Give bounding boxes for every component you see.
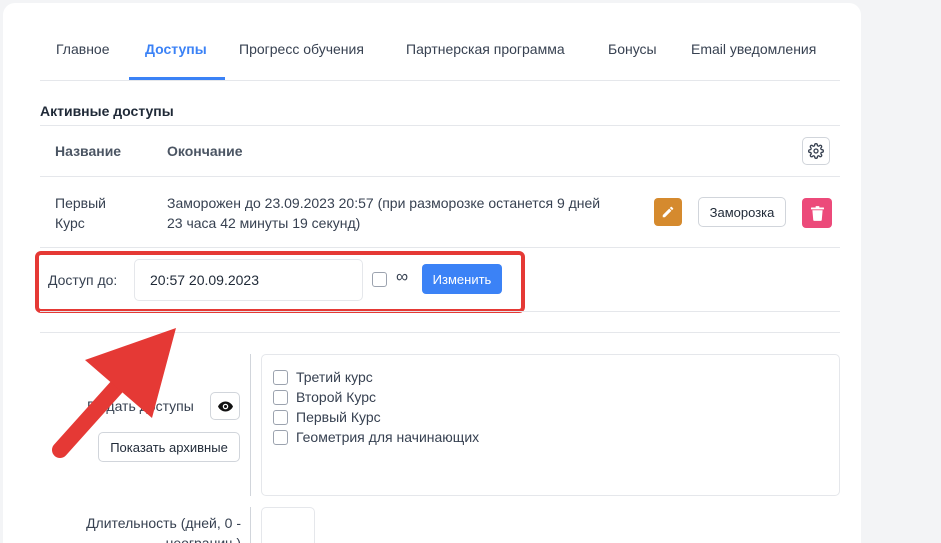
tab-progress[interactable]: Прогресс обучения [239, 41, 364, 57]
course-checkbox[interactable] [273, 369, 288, 385]
course-option[interactable]: Второй Курс [273, 387, 839, 407]
edit-button[interactable] [654, 198, 682, 226]
form-divider [250, 507, 251, 543]
main-card: Главное Доступы Прогресс обучения Партне… [3, 3, 861, 543]
section-title: Активные доступы [40, 103, 174, 119]
course-option[interactable]: Геометрия для начинающих [273, 427, 839, 447]
course-option-label: Геометрия для начинающих [296, 429, 480, 445]
course-checkbox[interactable] [273, 409, 288, 425]
tab-access[interactable]: Доступы [145, 41, 207, 57]
freeze-button[interactable]: Заморозка [698, 197, 786, 227]
course-name: Первый Курс [55, 195, 106, 231]
divider [40, 332, 840, 333]
tab-bonuses[interactable]: Бонусы [608, 41, 657, 57]
trash-icon [810, 205, 824, 221]
eye-icon [217, 401, 233, 411]
table-settings-button[interactable] [802, 137, 830, 165]
course-option-label: Первый Курс [296, 409, 381, 425]
divider [40, 176, 840, 177]
course-checkbox[interactable] [273, 429, 288, 445]
toggle-visibility-button[interactable] [210, 392, 240, 420]
duration-label: Длительность (дней, 0 - неогранич.) [86, 515, 241, 543]
tab-active-underline [129, 77, 225, 80]
show-archive-button[interactable]: Показать архивные [98, 432, 240, 462]
tab-email[interactable]: Email уведомления [691, 41, 816, 57]
tab-main[interactable]: Главное [56, 41, 110, 57]
course-end-status: Заморожен до 23.09.2023 20:57 (при размо… [167, 195, 601, 231]
tab-partner[interactable]: Партнерская программа [406, 41, 565, 57]
annotation-highlight-box [35, 251, 525, 313]
tab-bar: Главное Доступы Прогресс обучения Партне… [40, 3, 840, 81]
gear-icon [808, 143, 824, 159]
course-option-label: Третий курс [296, 369, 373, 385]
divider [40, 311, 840, 312]
column-header-end: Окончание [167, 143, 243, 159]
course-option[interactable]: Первый Курс [273, 407, 839, 427]
issue-access-label: Выдать доступы [87, 398, 194, 414]
pencil-icon [662, 206, 674, 218]
delete-button[interactable] [802, 198, 832, 228]
course-checkbox-list: Третий курс Второй Курс Первый Курс Геом… [261, 354, 840, 496]
column-header-name: Название [55, 143, 122, 159]
form-divider [250, 354, 251, 496]
divider [40, 125, 840, 126]
course-option-label: Второй Курс [296, 389, 376, 405]
course-option[interactable]: Третий курс [273, 367, 839, 387]
duration-input[interactable] [261, 507, 315, 543]
course-checkbox[interactable] [273, 389, 288, 405]
divider [40, 247, 840, 248]
